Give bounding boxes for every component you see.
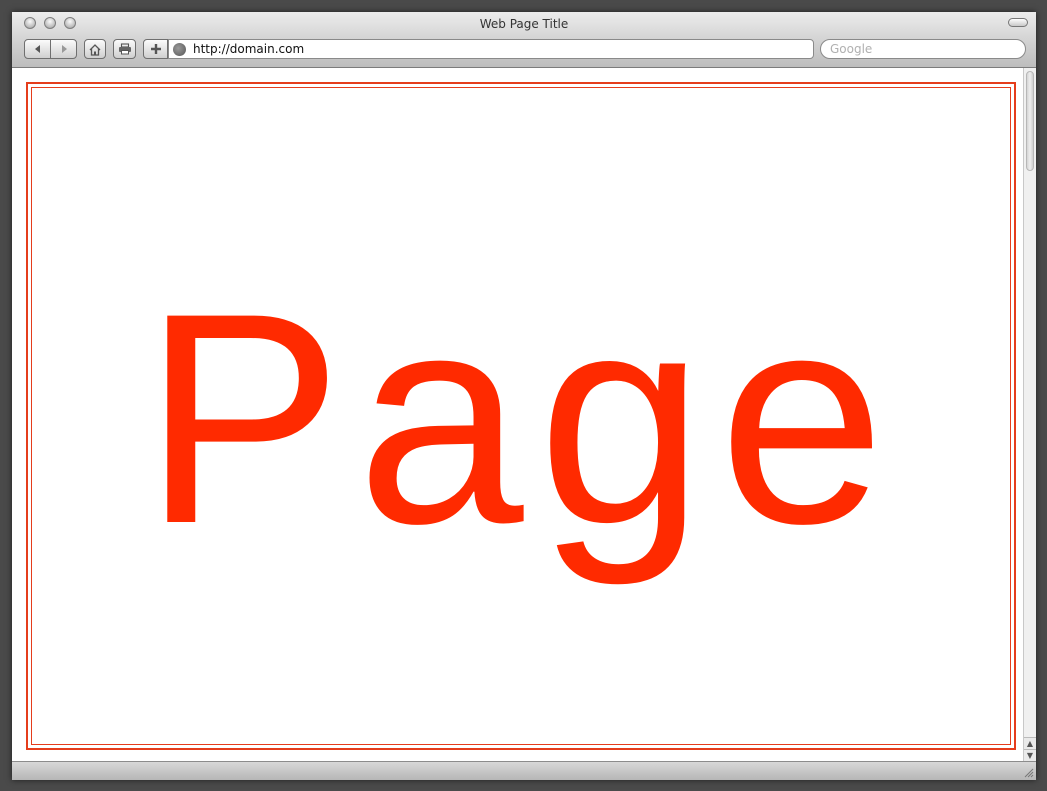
- add-bookmark-button[interactable]: [143, 39, 168, 59]
- search-input[interactable]: [830, 42, 1010, 56]
- plus-icon: [150, 44, 161, 54]
- forward-button[interactable]: [50, 39, 77, 59]
- resize-grip-icon[interactable]: [1023, 767, 1034, 778]
- page-content: Page: [12, 68, 1023, 761]
- page-headline: Page: [142, 250, 900, 586]
- globe-icon: [173, 42, 186, 56]
- forward-arrow-icon: [61, 45, 67, 53]
- back-button[interactable]: [24, 39, 51, 59]
- browser-window: Web Page Title http://domain.com Google …: [12, 12, 1036, 780]
- navigation-buttons: [24, 39, 77, 59]
- toolbar-toggle-button[interactable]: [1008, 18, 1028, 27]
- status-bar: [12, 761, 1036, 780]
- scroll-up-button[interactable]: ▲: [1024, 737, 1036, 749]
- page-frame-inner: Page: [31, 87, 1011, 745]
- address-input[interactable]: [193, 42, 793, 56]
- address-bar[interactable]: [168, 39, 814, 59]
- page-frame: Page: [26, 82, 1016, 750]
- titlebar: Web Page Title: [12, 12, 1036, 68]
- search-field[interactable]: [820, 39, 1026, 59]
- vertical-scrollbar[interactable]: ▲ ▼: [1023, 68, 1036, 761]
- scroll-down-button[interactable]: ▼: [1024, 749, 1036, 761]
- scrollbar-thumb[interactable]: [1026, 71, 1034, 171]
- home-icon: [89, 43, 101, 56]
- window-title: Web Page Title: [479, 17, 569, 31]
- print-button[interactable]: [113, 39, 136, 59]
- home-button[interactable]: [84, 39, 106, 59]
- back-arrow-icon: [34, 45, 40, 53]
- print-icon: [118, 43, 131, 55]
